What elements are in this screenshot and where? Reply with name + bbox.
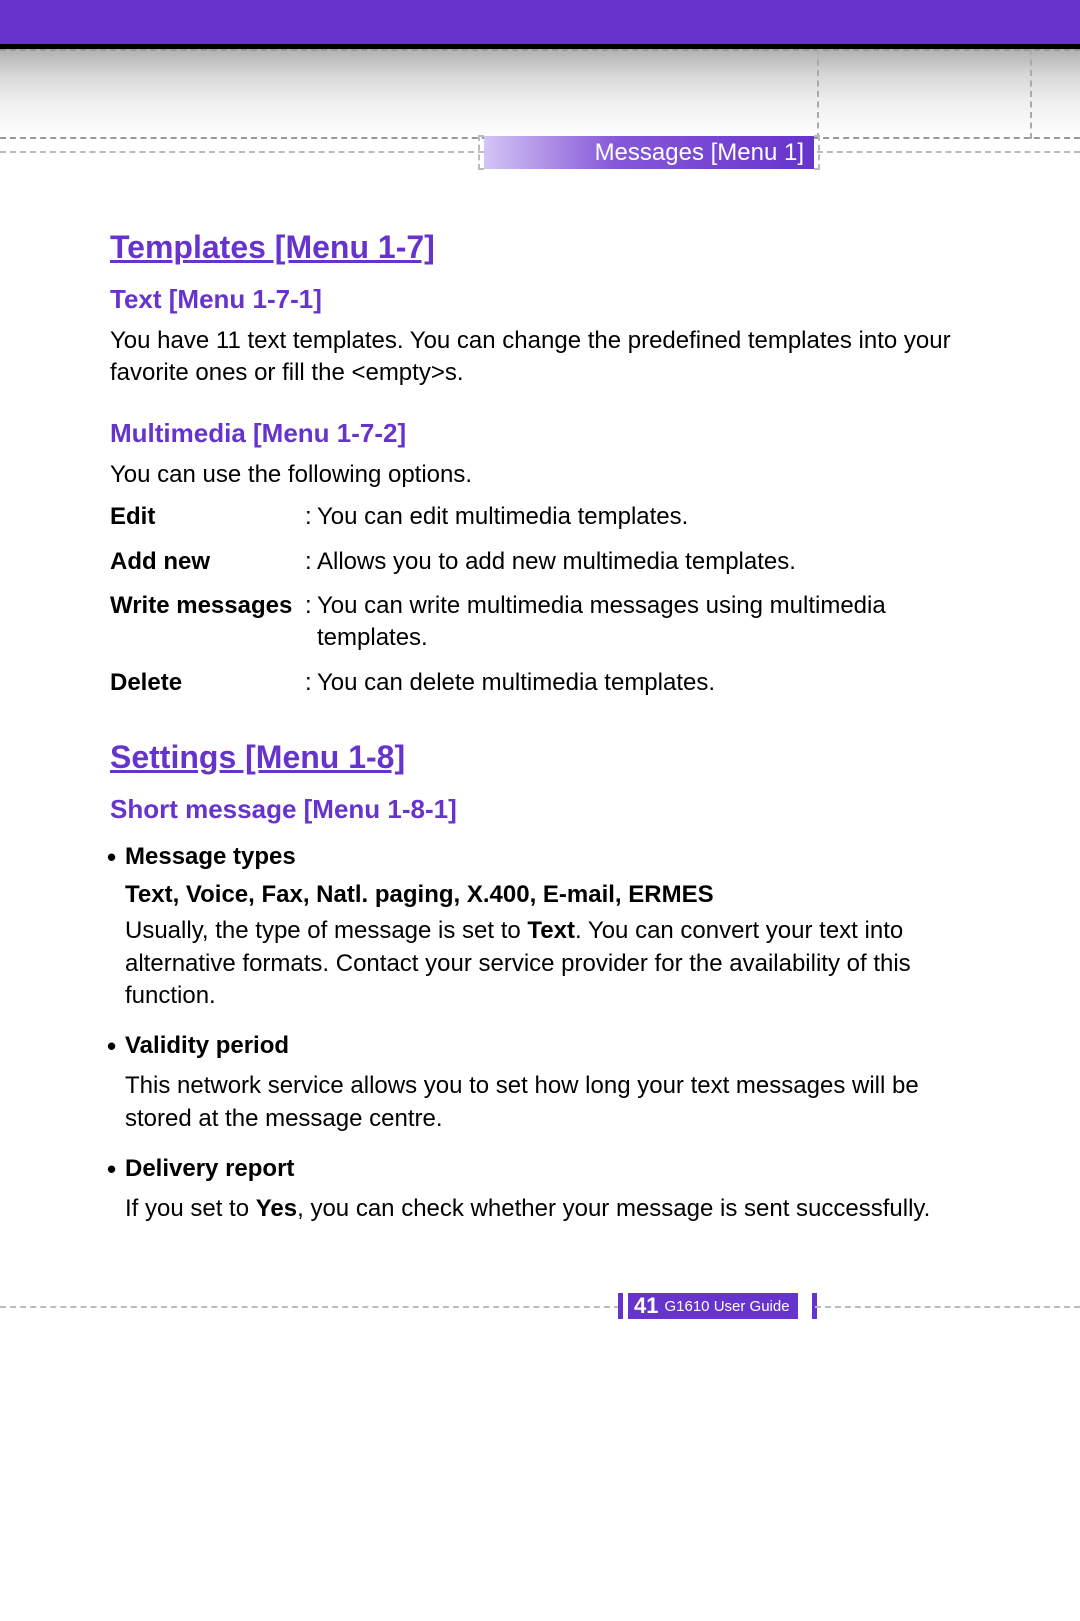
section-tab: Messages [Menu 1] bbox=[484, 136, 814, 169]
def-term: Edit bbox=[110, 501, 305, 533]
dashed-line bbox=[0, 1306, 620, 1308]
bullet-block: Delivery report If you set to Yes, you c… bbox=[110, 1155, 970, 1225]
heading-settings: Settings [Menu 1-8] bbox=[110, 739, 970, 776]
guide-name: G1610 User Guide bbox=[664, 1298, 789, 1315]
bullet-body: This network service allows you to set h… bbox=[125, 1070, 970, 1135]
def-row: Delete : You can delete multimedia templ… bbox=[110, 667, 970, 699]
def-desc: You can edit multimedia templates. bbox=[317, 501, 970, 533]
dashed-line bbox=[817, 49, 819, 139]
def-desc: You can delete multimedia templates. bbox=[317, 667, 970, 699]
text-post: , you can check whether your message is … bbox=[297, 1195, 930, 1222]
bullet-block: Message types Text, Voice, Fax, Natl. pa… bbox=[110, 843, 970, 1012]
bullet-title: Delivery report bbox=[125, 1155, 970, 1183]
colon: : bbox=[305, 546, 317, 578]
def-desc: Allows you to add new multimedia templat… bbox=[317, 546, 970, 578]
page-number: 41 bbox=[634, 1293, 658, 1319]
dashed-line bbox=[815, 1306, 1080, 1308]
bullet-subtitle: Text, Voice, Fax, Natl. paging, X.400, E… bbox=[125, 881, 970, 909]
subheading-short-message: Short message [Menu 1-8-1] bbox=[110, 794, 970, 825]
gradient-band bbox=[0, 49, 1080, 139]
dashed-line bbox=[817, 151, 1080, 153]
text-bold: Yes bbox=[256, 1195, 297, 1222]
page-content: Templates [Menu 1-7] Text [Menu 1-7-1] Y… bbox=[0, 169, 1080, 1225]
text-bold: Text bbox=[527, 917, 575, 944]
colon: : bbox=[305, 667, 317, 699]
heading-templates: Templates [Menu 1-7] bbox=[110, 229, 970, 266]
section-header-row: Messages [Menu 1] bbox=[0, 139, 1080, 169]
footer-bracket bbox=[618, 1293, 623, 1319]
multimedia-intro: You can use the following options. bbox=[110, 459, 970, 491]
def-row: Add new : Allows you to add new multimed… bbox=[110, 546, 970, 578]
text-pre: If you set to bbox=[125, 1195, 256, 1222]
footer-row: 41 G1610 User Guide bbox=[0, 1293, 1080, 1319]
top-purple-bar bbox=[0, 0, 1080, 44]
dashed-line bbox=[0, 151, 484, 153]
colon: : bbox=[305, 501, 317, 533]
bullet-body: Usually, the type of message is set to T… bbox=[125, 915, 970, 1012]
bullet-title: Validity period bbox=[125, 1032, 970, 1060]
subheading-text: Text [Menu 1-7-1] bbox=[110, 284, 970, 315]
def-row: Write messages : You can write multimedi… bbox=[110, 590, 970, 655]
subheading-multimedia: Multimedia [Menu 1-7-2] bbox=[110, 418, 970, 449]
dashed-line bbox=[0, 49, 1080, 51]
def-term: Delete bbox=[110, 667, 305, 699]
bullet-title: Message types bbox=[125, 843, 970, 871]
bullet-block: Validity period This network service all… bbox=[110, 1032, 970, 1135]
text-body: You have 11 text templates. You can chan… bbox=[110, 325, 970, 390]
bullet-body: If you set to Yes, you can check whether… bbox=[125, 1193, 970, 1225]
colon: : bbox=[305, 590, 317, 655]
definition-table: Edit : You can edit multimedia templates… bbox=[110, 501, 970, 699]
text-pre: Usually, the type of message is set to bbox=[125, 917, 527, 944]
def-term: Add new bbox=[110, 546, 305, 578]
def-term: Write messages bbox=[110, 590, 305, 655]
footer-tab: 41 G1610 User Guide bbox=[628, 1293, 798, 1319]
dashed-line bbox=[1030, 49, 1032, 139]
def-row: Edit : You can edit multimedia templates… bbox=[110, 501, 970, 533]
def-desc: You can write multimedia messages using … bbox=[317, 590, 970, 655]
